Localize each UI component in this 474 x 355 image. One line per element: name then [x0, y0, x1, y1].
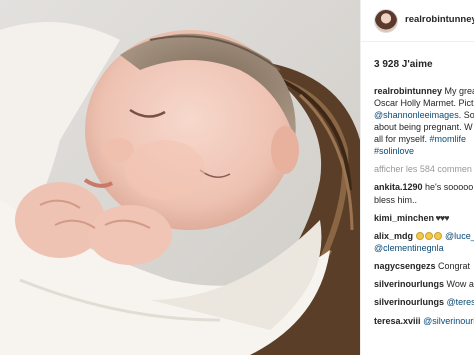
comment-item: kimi_minchen ♥♥♥: [361, 212, 474, 224]
caption-line: Oscar Holly Marmet. Pict: [374, 97, 474, 108]
likes-count[interactable]: 3 928 J'aime: [361, 42, 474, 72]
comment-text-cont: bless him..: [374, 194, 418, 205]
caption-line: #solinlove: [374, 145, 474, 157]
mention-link[interactable]: @silverinourl: [423, 316, 474, 326]
sleeping-baby-image: [0, 0, 360, 355]
comment-username[interactable]: teresa.xviii: [374, 316, 421, 326]
caption-line: realrobintunney My grea: [374, 85, 474, 97]
comment-item: ankita.1290 he's sooooo bless him..: [361, 181, 474, 205]
comment-text: Wow amazing: [446, 279, 474, 290]
smile-emoji-icon: [433, 231, 442, 240]
caption-username[interactable]: realrobintunney: [374, 86, 442, 96]
comment-username[interactable]: kimi_minchen: [374, 213, 434, 223]
caption-text: My grea: [442, 85, 474, 96]
view-comments-link[interactable]: afficher les 584 commen: [361, 157, 474, 175]
comment-item: teresa.xviii @silverinourl: [361, 315, 474, 327]
post-header: realrobintunney: [361, 0, 474, 42]
post-photo[interactable]: [0, 0, 360, 355]
comment-username[interactable]: silverinourlungs: [374, 279, 444, 289]
comment-username[interactable]: alix_mdg: [374, 231, 413, 241]
comment-username[interactable]: nagycsengezs: [374, 261, 436, 271]
mention-link[interactable]: @shannonleeimages: [374, 110, 459, 120]
mention-link[interactable]: @teresa: [447, 297, 474, 307]
caption: realrobintunney My grea Oscar Holly Marm…: [361, 72, 474, 158]
caption-text: all for myself.: [374, 134, 430, 145]
smile-emoji-icon: [415, 231, 424, 240]
mention-link[interactable]: @luce_: [445, 231, 474, 241]
hashtag-link[interactable]: #momlife: [430, 134, 467, 144]
comment-username[interactable]: ankita.1290: [374, 182, 423, 192]
caption-line: about being pregnant. W: [374, 121, 473, 132]
hearts-text: ♥♥♥: [434, 212, 450, 223]
mention-link[interactable]: @clementinegnla: [374, 242, 474, 254]
avatar[interactable]: [374, 8, 398, 33]
smile-emoji-icon: [424, 231, 433, 240]
hashtag-link[interactable]: #solinlove: [374, 146, 414, 156]
comment-item: silverinourlungs @teresa: [361, 296, 474, 308]
comment-text: Congrat: [435, 261, 471, 272]
comment-username[interactable]: silverinourlungs: [374, 297, 444, 307]
comment-item: silverinourlungs Wow amazing: [361, 278, 474, 290]
caption-line: @shannonleeimages. So: [374, 109, 474, 121]
comment-item: alix_mdg @luce_ @clementinegnla: [361, 230, 474, 254]
caption-text: . So: [458, 109, 474, 120]
comment-text: he's sooooo: [422, 182, 474, 193]
comment-item: nagycsengezs Congrat: [361, 260, 474, 272]
caption-line: all for myself. #momlife: [374, 133, 474, 145]
post-side-panel: realrobintunney 3 928 J'aime realrobintu…: [360, 0, 474, 355]
username-link[interactable]: realrobintunney: [405, 14, 474, 27]
